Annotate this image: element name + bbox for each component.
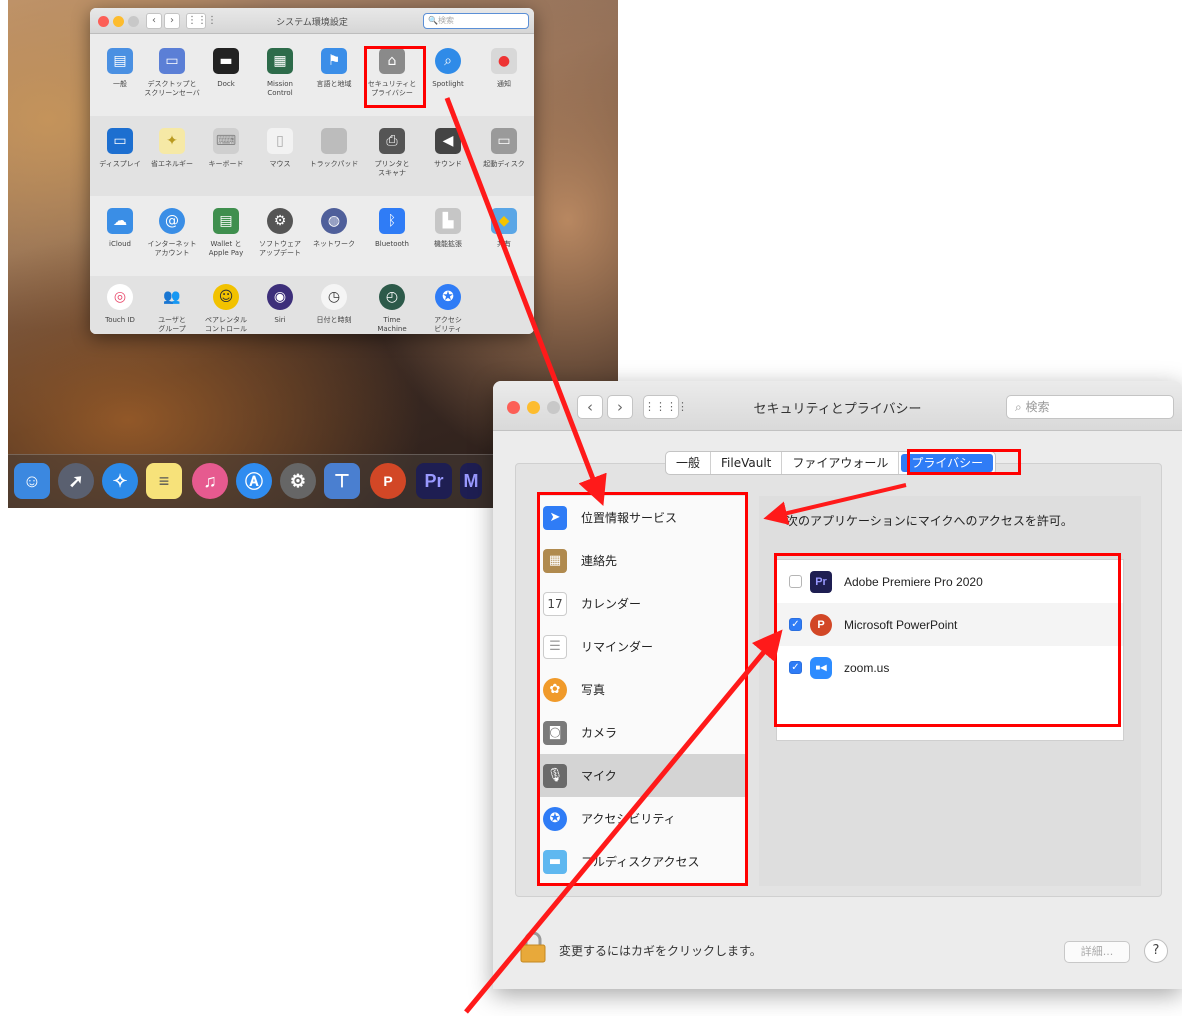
security-highlight-box xyxy=(364,46,426,108)
pref-internet-accounts[interactable]: @ インターネット アカウント xyxy=(144,208,200,258)
clock-icon: ◷ xyxy=(321,284,347,310)
title-bar: ‹ › ⋮⋮⋮ システム環境設定 🔍検索 xyxy=(90,8,534,34)
pref-dock[interactable]: ▬ Dock xyxy=(198,48,254,89)
pref-mission-control[interactable]: ▦ Mission Control xyxy=(252,48,308,98)
pref-touch-id[interactable]: ◎ Touch ID xyxy=(92,284,148,325)
prefs-row-3: ☁ iCloud @ インターネット アカウント ▤ Wallet と Apple P… xyxy=(90,196,534,276)
pref-general[interactable]: ▤ 一般 xyxy=(92,48,148,89)
notes-icon[interactable]: ≡ xyxy=(146,463,182,499)
microphone-access-message: 次のアプリケーションにマイクへのアクセスを許可。 xyxy=(786,514,1073,528)
tab-filevault[interactable]: FileVault xyxy=(711,452,783,474)
cloud-icon: ☁ xyxy=(107,208,133,234)
search-icon: ⌕ xyxy=(1015,400,1026,414)
pref-language[interactable]: ⚑ 言語と地域 xyxy=(306,48,362,89)
globe-icon: ◍ xyxy=(321,208,347,234)
pref-keyboard[interactable]: ⌨ キーボード xyxy=(198,128,254,169)
keyboard-icon: ⌨ xyxy=(213,128,239,154)
dock-icon: ▬ xyxy=(213,48,239,74)
at-icon: @ xyxy=(159,208,185,234)
pref-date-time[interactable]: ◷ 日付と時刻 xyxy=(306,284,362,325)
flag-icon: ⚑ xyxy=(321,48,347,74)
tab-general[interactable]: 一般 xyxy=(666,452,712,474)
pref-bluetooth[interactable]: ᛒ Bluetooth xyxy=(364,208,420,249)
bluetooth-icon: ᛒ xyxy=(379,208,405,234)
parental-icon: ☺ xyxy=(213,284,239,310)
lock-icon[interactable] xyxy=(520,931,546,963)
privacy-tab-highlight-box xyxy=(907,449,1021,475)
powerpoint-icon[interactable]: P xyxy=(370,463,406,499)
app-store-icon[interactable]: Ⓐ xyxy=(236,463,272,499)
accessibility-icon: ✪ xyxy=(435,284,461,310)
wallet-icon: ▤ xyxy=(213,208,239,234)
notification-icon: ● xyxy=(491,48,517,74)
puzzle-icon: ▙ xyxy=(435,208,461,234)
printer-icon: ⎙ xyxy=(379,128,405,154)
launchpad-icon[interactable]: ➚ xyxy=(58,463,94,499)
pref-users[interactable]: 👥 ユーザと グループ xyxy=(144,284,200,334)
prefs-row-4: ◎ Touch ID 👥 ユーザと グループ ☺ ペアレンタル コントロール ◉ Sir… xyxy=(90,276,534,334)
security-privacy-window: ‹ › ⋮⋮⋮⋮ セキュリティとプライバシー ⌕ 検索 一般 FileVault… xyxy=(493,381,1182,989)
finder-icon[interactable]: ☺ xyxy=(14,463,50,499)
display-icon: ▭ xyxy=(107,128,133,154)
help-button[interactable]: ? xyxy=(1144,939,1168,963)
trackpad-icon xyxy=(321,128,347,154)
mouse-icon: ▯ xyxy=(267,128,293,154)
spotlight-icon: ⌕ xyxy=(435,48,461,74)
search-icon: 🔍 xyxy=(428,16,438,25)
premiere-icon[interactable]: Pr xyxy=(416,463,452,499)
prefs-row-2: ▭ ディスプレイ ✦ 省エネルギー ⌨ キーボード ▯ マウス トラックパッド ⎙ プリン… xyxy=(90,116,534,196)
pref-trackpad[interactable]: トラックパッド xyxy=(306,128,362,169)
pref-mouse[interactable]: ▯ マウス xyxy=(252,128,308,169)
search-field[interactable]: 🔍検索 xyxy=(423,13,529,29)
system-preferences-window: ‹ › ⋮⋮⋮ システム環境設定 🔍検索 ▤ 一般 ▭ デスクトップと スクリーンセ… xyxy=(90,8,534,334)
pref-software-update[interactable]: ⚙ ソフトウェア アップデート xyxy=(252,208,308,258)
siri-icon: ◉ xyxy=(267,284,293,310)
gear-icon: ⚙ xyxy=(267,208,293,234)
title-bar: ‹ › ⋮⋮⋮⋮ セキュリティとプライバシー ⌕ 検索 xyxy=(493,381,1182,431)
pref-extensions[interactable]: ▙ 機能拡張 xyxy=(420,208,476,249)
pref-sound[interactable]: ◀ サウンド xyxy=(420,128,476,169)
pref-parental[interactable]: ☺ ペアレンタル コントロール xyxy=(198,284,254,334)
general-icon: ▤ xyxy=(107,48,133,74)
bulb-icon: ✦ xyxy=(159,128,185,154)
pref-spotlight[interactable]: ⌕ Spotlight xyxy=(420,48,476,89)
app-list-highlight-box xyxy=(774,553,1121,727)
prefs-row-1: ▤ 一般 ▭ デスクトップと スクリーンセーバ ▬ Dock ▦ Mission Con… xyxy=(90,36,534,116)
system-preferences-icon[interactable]: ⚙ xyxy=(280,463,316,499)
service-list-highlight-box xyxy=(537,492,748,886)
pref-startup-disk[interactable]: ▭ 起動ディスク xyxy=(476,128,532,169)
time-machine-icon: ◴ xyxy=(379,284,405,310)
pref-sharing[interactable]: ◆ 共有 xyxy=(476,208,532,249)
pref-notifications[interactable]: ● 通知 xyxy=(476,48,532,89)
pref-printers[interactable]: ⎙ プリンタと スキャナ xyxy=(364,128,420,178)
pref-network[interactable]: ◍ ネットワーク xyxy=(306,208,362,249)
speaker-icon: ◀ xyxy=(435,128,461,154)
disk-icon: ▭ xyxy=(491,128,517,154)
users-icon: 👥 xyxy=(159,284,185,310)
media-encoder-icon[interactable]: M xyxy=(460,463,482,499)
keynote-icon[interactable]: ⊤ xyxy=(324,463,360,499)
tab-firewall[interactable]: ファイアウォール xyxy=(782,452,900,474)
pref-wallet[interactable]: ▤ Wallet と Apple Pay xyxy=(198,208,254,258)
search-field[interactable]: ⌕ 検索 xyxy=(1006,395,1174,419)
sharing-icon: ◆ xyxy=(491,208,517,234)
pref-desktop[interactable]: ▭ デスクトップと スクリーンセーバ xyxy=(144,48,200,98)
pref-siri[interactable]: ◉ Siri xyxy=(252,284,308,325)
lock-message: 変更するにはカギをクリックします。 xyxy=(559,944,762,958)
mission-control-icon: ▦ xyxy=(267,48,293,74)
desktop-icon: ▭ xyxy=(159,48,185,74)
advanced-button[interactable]: 詳細... xyxy=(1064,941,1130,963)
pref-display[interactable]: ▭ ディスプレイ xyxy=(92,128,148,169)
pref-icloud[interactable]: ☁ iCloud xyxy=(92,208,148,249)
itunes-icon[interactable]: ♫ xyxy=(192,463,228,499)
pref-accessibility[interactable]: ✪ アクセシ ビリティ xyxy=(420,284,476,334)
pref-energy[interactable]: ✦ 省エネルギー xyxy=(144,128,200,169)
safari-icon[interactable]: ✧ xyxy=(102,463,138,499)
fingerprint-icon: ◎ xyxy=(107,284,133,310)
pref-time-machine[interactable]: ◴ Time Machine xyxy=(364,284,420,334)
